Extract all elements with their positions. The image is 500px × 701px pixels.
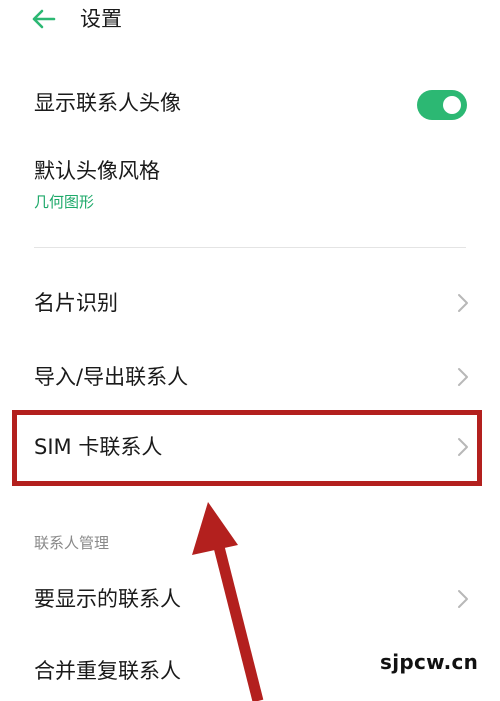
contacts-to-display-row[interactable]: 要显示的联系人 xyxy=(0,580,500,624)
divider xyxy=(34,247,466,248)
card-recognition-row[interactable]: 名片识别 xyxy=(0,284,500,328)
default-avatar-style-value: 几何图形 xyxy=(34,193,95,211)
watermark: sjpcw.cn xyxy=(380,650,479,674)
sim-contacts-row[interactable]: SIM 卡联系人 xyxy=(0,428,500,472)
back-arrow-icon xyxy=(32,9,56,29)
default-avatar-style-row[interactable]: 默认头像风格 几何图形 xyxy=(0,152,500,216)
card-recognition-label: 名片识别 xyxy=(34,291,118,315)
chevron-right-icon xyxy=(458,294,468,312)
page-title: 设置 xyxy=(80,7,122,31)
sim-contacts-label: SIM 卡联系人 xyxy=(34,435,163,459)
header: 设置 xyxy=(0,0,500,40)
show-avatar-label: 显示联系人头像 xyxy=(34,91,181,115)
toggle-knob xyxy=(443,96,461,114)
contacts-to-display-label: 要显示的联系人 xyxy=(34,587,181,611)
chevron-right-icon xyxy=(458,590,468,608)
merge-duplicates-label: 合并重复联系人 xyxy=(34,659,181,683)
chevron-right-icon xyxy=(458,368,468,386)
section-header-contacts-management: 联系人管理 xyxy=(34,534,110,552)
import-export-label: 导入/导出联系人 xyxy=(34,365,189,389)
default-avatar-style-label: 默认头像风格 xyxy=(34,159,160,183)
show-avatar-row[interactable]: 显示联系人头像 xyxy=(0,84,500,126)
back-button[interactable] xyxy=(28,4,58,34)
settings-screen: 设置 显示联系人头像 默认头像风格 几何图形 名片识别 导入/导出联系人 SIM… xyxy=(0,0,500,701)
chevron-right-icon xyxy=(458,438,468,456)
import-export-row[interactable]: 导入/导出联系人 xyxy=(0,358,500,402)
show-avatar-toggle[interactable] xyxy=(417,90,467,120)
